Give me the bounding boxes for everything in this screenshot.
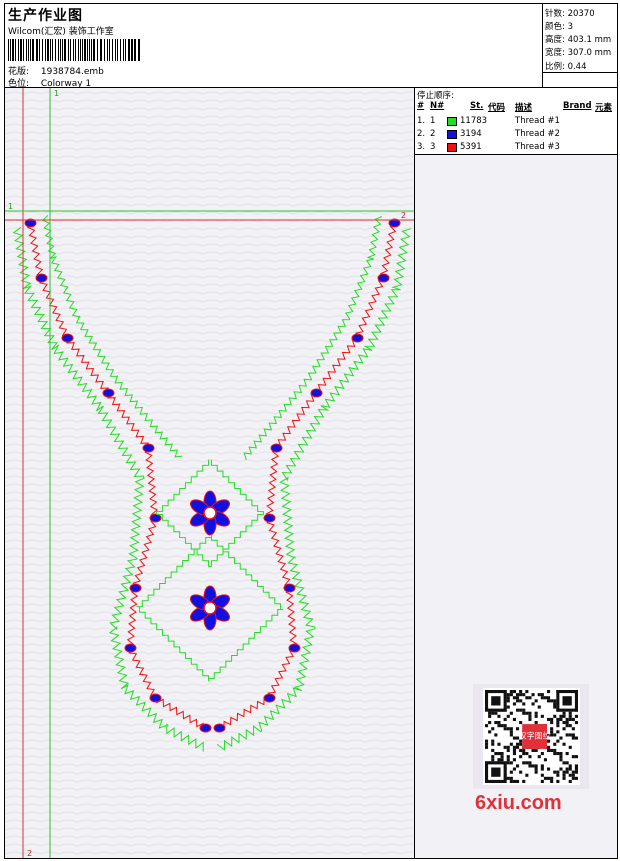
blue-bud — [61, 333, 74, 343]
col-brand: Brand — [563, 101, 592, 111]
header: 生产作业图 Wilcom(汇宏) 装饰工作室 花版: 1938784.emb 色… — [5, 4, 618, 89]
guide-label-v2: 2 — [27, 849, 32, 858]
design-width: 宽度: 307.0 mm — [545, 48, 612, 58]
color-count: 颜色: 3 — [545, 22, 573, 32]
row-number: 2 — [430, 129, 436, 139]
row-description: Thread #3 — [515, 142, 560, 152]
guide-label-v1: 1 — [54, 89, 59, 98]
col-stitches: St. — [470, 101, 484, 111]
production-sheet: 生产作业图 Wilcom(汇宏) 装饰工作室 花版: 1938784.emb 色… — [4, 3, 618, 859]
stop-sequence-label: 停止顺序: — [417, 91, 454, 101]
row-description: Thread #1 — [515, 116, 560, 126]
flower-center — [203, 601, 217, 615]
table-row: 3. 3 5391 Thread #3 — [415, 142, 615, 154]
stats-divider — [543, 72, 618, 73]
blue-bud — [142, 443, 155, 453]
blue-bud — [35, 273, 48, 283]
page-title: 生产作业图 — [8, 8, 83, 24]
scale-ratio: 比例: 0.44 — [545, 62, 587, 72]
blue-bud — [149, 513, 162, 523]
stop-sequence-table: 停止顺序: # N# St. 代码 描述 Brand 元素 1. 1 11783… — [415, 88, 617, 155]
col-code: 代码 — [488, 103, 506, 113]
blue-bud — [270, 443, 283, 453]
blue-bud — [129, 583, 142, 593]
blue-bud — [310, 388, 323, 398]
stitch-count: 针数: 20370 — [545, 9, 595, 19]
blue-bud — [213, 723, 226, 733]
blue-bud — [263, 513, 276, 523]
color-swatch — [447, 117, 457, 126]
design-height: 高度: 403.1 mm — [545, 35, 612, 45]
blue-bud — [288, 643, 301, 653]
flower-center — [203, 506, 217, 520]
company-name: Wilcom(汇宏) 装饰工作室 — [8, 27, 114, 37]
col-element: 元素 — [595, 103, 613, 113]
color-swatch — [447, 130, 457, 139]
stats-box: 针数: 20370 颜色: 3 高度: 403.1 mm 宽度: 307.0 m… — [542, 4, 618, 88]
row-index: 1. — [417, 116, 426, 126]
row-stitches: 3194 — [460, 129, 482, 139]
row-index: 2. — [417, 129, 426, 139]
table-row: 2. 2 3194 Thread #2 — [415, 129, 615, 141]
barcode — [8, 39, 140, 61]
row-description: Thread #2 — [515, 129, 560, 139]
row-stitches: 5391 — [460, 142, 482, 152]
table-row: 1. 1 11783 Thread #1 — [415, 116, 615, 128]
blue-bud — [102, 388, 115, 398]
qr-code: 汉字图纹 — [473, 684, 589, 789]
blue-bud — [351, 333, 364, 343]
blue-bud — [199, 723, 212, 733]
col-index: # — [417, 101, 425, 111]
row-stitches: 11783 — [460, 116, 488, 126]
qr-stamp-text: 汉字图纹 — [519, 730, 551, 740]
col-number: N# — [430, 101, 445, 111]
row-number: 3 — [430, 142, 436, 152]
guide-label-h1: 1 — [8, 202, 13, 211]
guide-label-h2: 2 — [401, 211, 406, 220]
blue-bud — [377, 273, 390, 283]
row-number: 1 — [430, 116, 436, 126]
color-swatch — [447, 143, 457, 152]
blue-bud — [149, 693, 162, 703]
col-description: 描述 — [515, 103, 533, 113]
blue-bud — [124, 643, 137, 653]
watermark-logo: 6xiu.com — [475, 792, 562, 814]
blue-bud — [283, 583, 296, 593]
qr-code-graphic: 汉字图纹 — [483, 688, 580, 785]
row-index: 3. — [417, 142, 426, 152]
blue-bud — [263, 693, 276, 703]
embroidery-preview: 1 2 1 2 — [5, 88, 414, 858]
design-canvas: 1 2 1 2 — [5, 88, 414, 858]
